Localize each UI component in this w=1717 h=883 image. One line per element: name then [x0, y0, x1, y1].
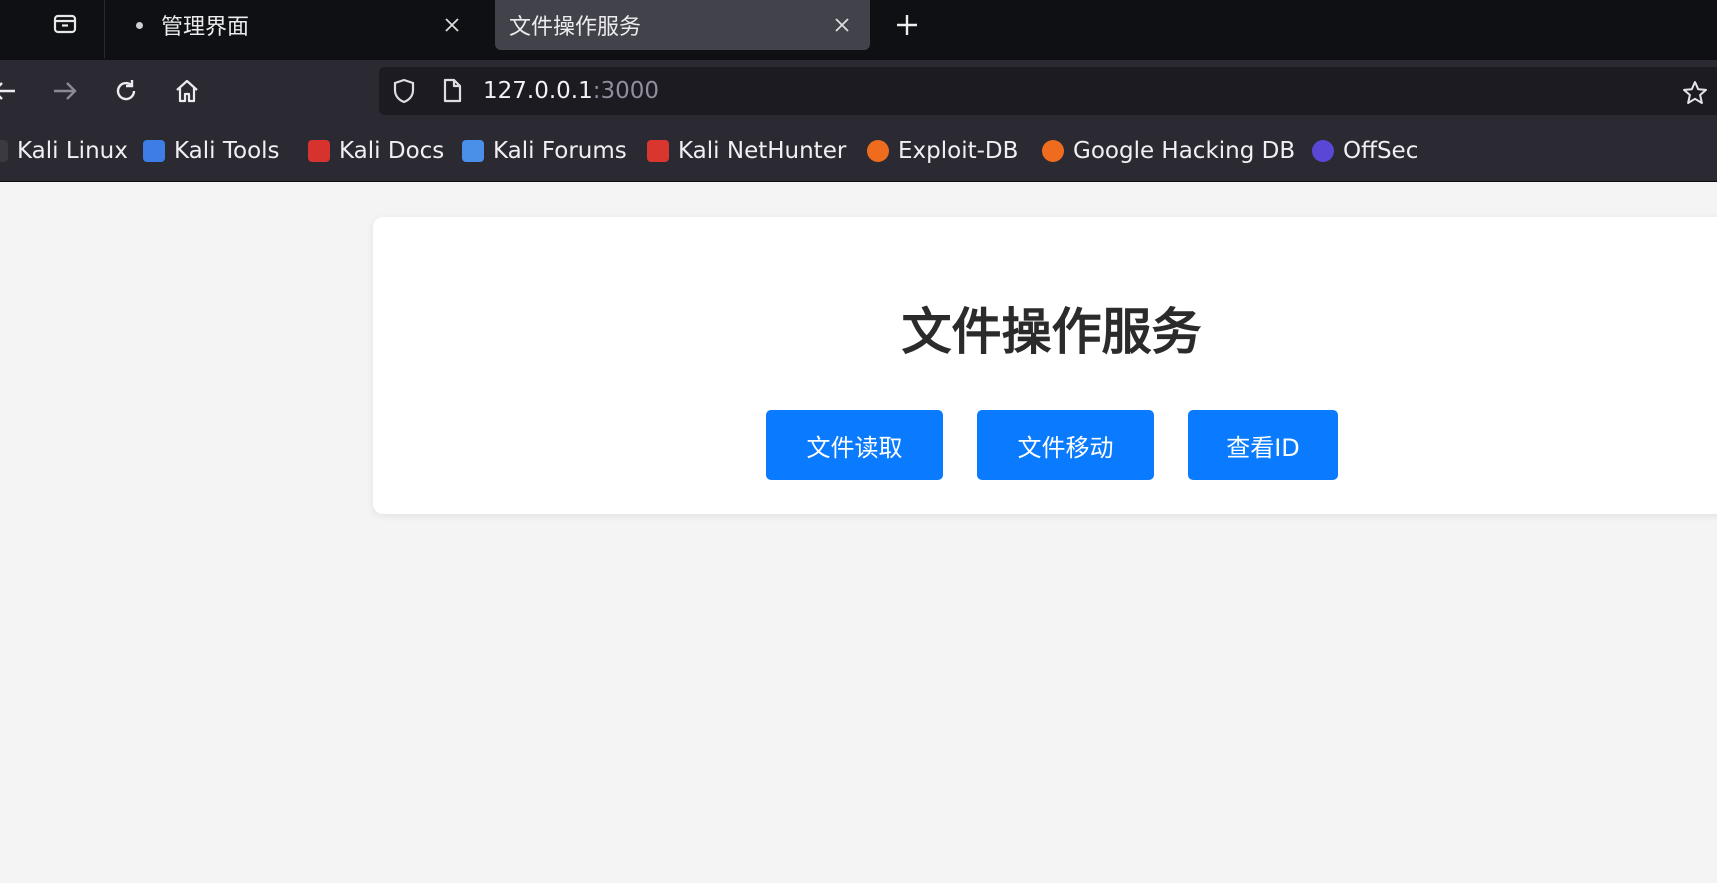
bookmark-kali-linux[interactable]: Kali Linux — [0, 137, 128, 165]
bookmark-kali-forums[interactable]: Kali Forums — [462, 137, 627, 165]
tab-close-icon[interactable] — [828, 11, 856, 39]
bookmark-kali-tools[interactable]: Kali Tools — [143, 137, 280, 165]
tab-admin[interactable]: 管理界面 — [118, 0, 480, 50]
kali-docs-icon — [308, 140, 330, 162]
new-tab-plus-icon[interactable] — [888, 6, 926, 44]
ghdb-icon — [1042, 140, 1064, 162]
tab-title: 管理界面 — [161, 15, 250, 40]
bookmark-star-icon[interactable] — [1682, 80, 1708, 110]
kali-nethunter-icon — [647, 140, 669, 162]
tab-strip: 管理界面 文件操作服务 — [0, 0, 1717, 60]
back-arrow-icon[interactable] — [0, 73, 22, 109]
url-port: :3000 — [592, 78, 660, 104]
bookmark-label: OffSec — [1343, 138, 1419, 164]
service-card: 文件操作服务 文件读取 文件移动 查看ID — [373, 217, 1717, 514]
address-bar[interactable]: 127.0.0.1:3000 — [379, 67, 1717, 115]
tab-title: 文件操作服务 — [509, 15, 642, 40]
tracking-shield-icon[interactable] — [391, 78, 417, 108]
url-text[interactable]: 127.0.0.1:3000 — [483, 78, 659, 104]
bookmark-offsec[interactable]: OffSec — [1312, 137, 1418, 165]
view-id-button[interactable]: 查看ID — [1188, 410, 1338, 480]
offsec-icon — [1312, 140, 1334, 162]
bookmark-label: Exploit-DB — [898, 138, 1019, 164]
tab-file-service[interactable]: 文件操作服务 — [495, 0, 870, 50]
bookmarks-toolbar: Kali Linux Kali Tools Kali Docs Kali For… — [0, 121, 1717, 182]
file-read-button[interactable]: 文件读取 — [766, 410, 943, 480]
bookmark-label: Kali NetHunter — [678, 138, 847, 164]
navigation-toolbar: 127.0.0.1:3000 — [0, 60, 1717, 121]
bookmark-label: Google Hacking DB — [1073, 138, 1296, 164]
bookmark-label: Kali Linux — [17, 138, 128, 164]
kali-tools-icon — [143, 140, 165, 162]
kali-forums-icon — [462, 140, 484, 162]
home-icon[interactable] — [169, 73, 205, 109]
file-move-button[interactable]: 文件移动 — [977, 410, 1154, 480]
bookmark-kali-docs[interactable]: Kali Docs — [308, 137, 444, 165]
tab-list-icon[interactable] — [48, 8, 82, 38]
bookmark-label: Kali Tools — [174, 138, 280, 164]
exploit-db-icon — [867, 140, 889, 162]
forward-arrow-icon[interactable] — [47, 73, 83, 109]
tab-close-icon[interactable] — [438, 11, 466, 39]
bookmark-exploit-db[interactable]: Exploit-DB — [867, 137, 1018, 165]
page-info-icon[interactable] — [441, 78, 463, 108]
bookmark-label: Kali Forums — [493, 138, 627, 164]
reload-icon[interactable] — [108, 73, 144, 109]
bookmark-google-hacking-db[interactable]: Google Hacking DB — [1042, 137, 1295, 165]
bookmark-kali-nethunter[interactable]: Kali NetHunter — [647, 137, 846, 165]
tab-separator — [104, 0, 105, 58]
url-host: 127.0.0.1 — [483, 78, 593, 104]
bookmark-label: Kali Docs — [339, 138, 445, 164]
kali-dragon-icon — [0, 140, 8, 162]
tab-favicon-dot — [136, 21, 143, 29]
page-title: 文件操作服务 — [901, 303, 1202, 361]
